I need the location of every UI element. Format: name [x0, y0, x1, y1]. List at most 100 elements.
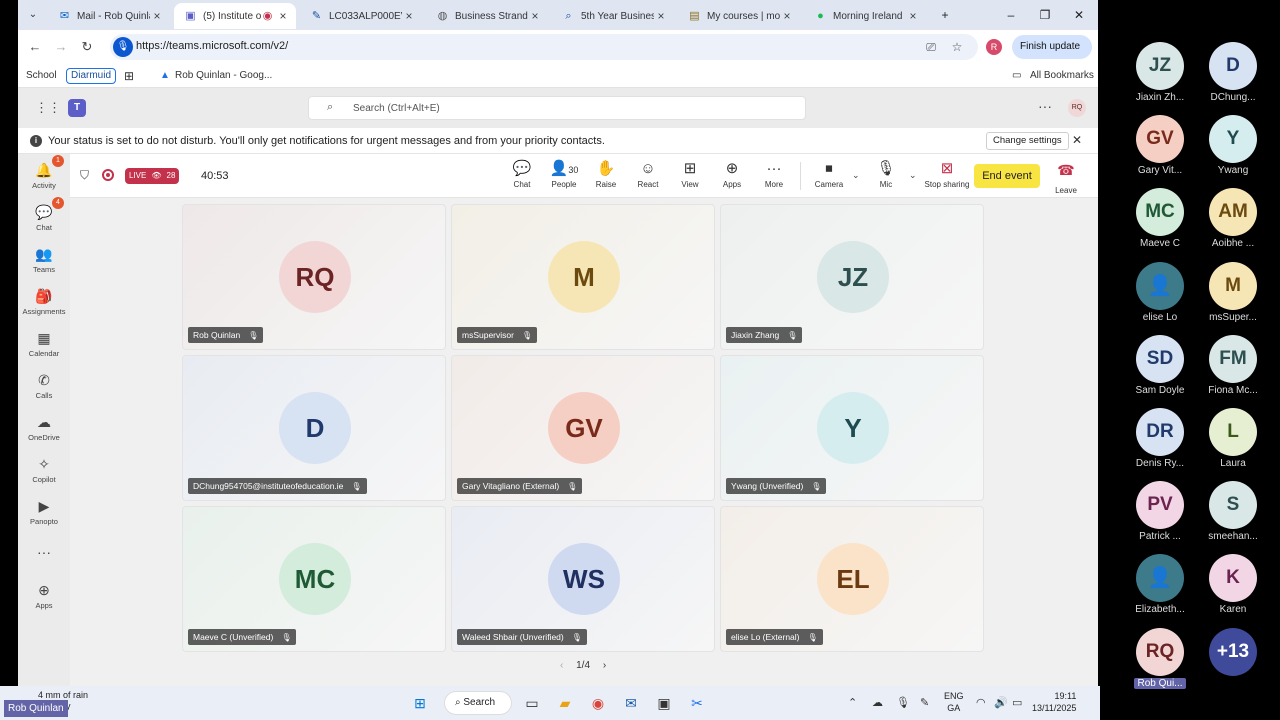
profile-avatar[interactable]: R — [986, 39, 1002, 55]
chat-button[interactable]: 💬 Chat — [501, 158, 543, 189]
gallery-participant[interactable]: DR Denis Ry... — [1120, 408, 1200, 469]
tab-morning-ireland[interactable]: ● Morning Ireland | × — [804, 3, 926, 29]
rail-item-teams[interactable]: 👥 Teams — [18, 244, 70, 284]
gallery-participant[interactable]: SD Sam Doyle — [1120, 334, 1200, 396]
snipping-tool-icon[interactable]: ✂ — [687, 693, 707, 713]
stop-sharing-button[interactable]: ⊠ Stop sharing — [922, 158, 972, 189]
react-button[interactable]: ☺ React — [627, 158, 669, 189]
app-launcher-icon[interactable]: ⋮⋮ — [35, 100, 61, 116]
rail-item-chat[interactable]: 💬 4 Chat — [18, 197, 70, 242]
sticky-notes-icon[interactable]: ▣ — [654, 693, 674, 713]
participant-tile[interactable]: MC Maeve C (Unverified) 🎙 — [182, 506, 446, 652]
chevron-right-icon[interactable]: › — [603, 660, 606, 671]
participant-tile[interactable]: RQ Rob Quinlan 🎙 — [182, 204, 446, 350]
close-icon[interactable]: × — [906, 9, 920, 23]
bookmark-star-icon[interactable]: ☆ — [948, 38, 966, 56]
finish-update-button[interactable]: Finish update ⋮ — [1012, 35, 1092, 76]
chevron-up-icon[interactable]: ⌃ — [848, 696, 857, 709]
gallery-participant[interactable]: D DChung... — [1193, 42, 1273, 103]
apps-grid-icon[interactable]: ⊞ — [124, 68, 134, 84]
task-view-icon[interactable]: ▭ — [522, 693, 542, 713]
gallery-participant[interactable]: MC Maeve C — [1120, 188, 1200, 249]
maximize-icon[interactable]: ❐ — [1030, 5, 1060, 25]
bookmark-rob-quinlan[interactable]: Rob Quinlan - Goog... — [175, 68, 272, 84]
gallery-participant[interactable]: 👤 elise Lo — [1120, 261, 1200, 323]
rail-item-onedrive[interactable]: ☁ OneDrive — [18, 412, 70, 452]
all-bookmarks[interactable]: All Bookmarks — [1030, 68, 1094, 84]
close-icon[interactable]: ✕ — [1072, 133, 1082, 147]
volume-icon[interactable]: 🔊 — [994, 696, 1008, 709]
gallery-participant[interactable]: L Laura — [1193, 408, 1273, 469]
apps-button[interactable]: ⊕ Apps — [711, 158, 753, 189]
battery-icon[interactable]: ▭ — [1012, 696, 1022, 709]
more-button[interactable]: ··· More — [753, 158, 795, 189]
camera-button[interactable]: ⏹ Camera — [808, 158, 850, 189]
close-icon[interactable]: × — [276, 9, 290, 23]
taskbar-search[interactable]: ⌕ Search — [444, 691, 512, 715]
window-close-icon[interactable]: ✕ — [1064, 5, 1094, 25]
file-explorer-icon[interactable]: ▰ — [555, 693, 575, 713]
participant-tile[interactable]: MmsSupervisor 🎙 — [451, 204, 715, 350]
change-settings-button[interactable]: Change settings — [986, 132, 1069, 150]
participant-tile[interactable]: WS Waleed Shbair (Unverified) 🎙 — [451, 506, 715, 652]
tab-business-strand[interactable]: ◍ Business Strand 1 × — [426, 3, 548, 29]
raise-hand-button[interactable]: ✋ Raise — [585, 158, 627, 189]
tab-mail[interactable]: ✉ Mail - Rob Quinlan × — [48, 3, 170, 29]
rail-item-activity[interactable]: 🔔 1 Activity — [18, 155, 70, 200]
reload-icon[interactable]: ↻ — [76, 37, 98, 57]
rail-item-calendar[interactable]: ▦ Calendar — [18, 328, 70, 368]
windows-start-icon[interactable]: ⊞ — [410, 693, 430, 713]
gallery-participant[interactable]: Y Ywang — [1193, 115, 1273, 176]
gallery-participant[interactable]: FM Fiona Mc... — [1193, 334, 1273, 396]
onedrive-icon[interactable]: ☁ — [872, 696, 883, 709]
rail-item-copilot[interactable]: ✧ Copilot — [18, 454, 70, 494]
url-field[interactable]: 🎙 https://teams.microsoft.com/v2/ — [110, 34, 978, 60]
chrome-icon[interactable]: ◉ — [588, 693, 608, 713]
participant-tile[interactable]: EL elise Lo (External) 🎙 — [720, 506, 984, 652]
gallery-participant[interactable]: +13 — [1193, 627, 1273, 676]
view-button[interactable]: ⊞ View — [669, 158, 711, 189]
chevron-down-icon[interactable]: ⌄ — [909, 170, 917, 181]
more-options-icon[interactable]: ··· — [1038, 98, 1052, 114]
participant-tile[interactable]: Y Ywang (Unverified) 🎙 — [720, 355, 984, 501]
close-icon[interactable]: × — [402, 9, 416, 23]
tab-my-courses[interactable]: ▤ My courses | moo × — [678, 3, 800, 29]
close-icon[interactable]: × — [150, 9, 164, 23]
participant-tile[interactable]: JZ Jiaxin Zhang 🎙 — [720, 204, 984, 350]
gallery-participant[interactable]: PV Patrick ... — [1120, 481, 1200, 542]
tab-search-chevron-icon[interactable]: ⌄ — [22, 6, 44, 24]
close-icon[interactable]: × — [654, 9, 668, 23]
minimize-icon[interactable]: – — [996, 5, 1026, 25]
tab-5th-year[interactable]: ⌕ 5th Year Business × — [552, 3, 674, 29]
gallery-participant[interactable]: MmsSuper... — [1193, 261, 1273, 323]
teams-search-input[interactable]: ⌕ Search (Ctrl+Alt+E) — [308, 96, 806, 120]
gallery-participant[interactable]: K Karen — [1193, 554, 1273, 615]
pen-icon[interactable]: ✎ — [920, 696, 929, 709]
tab-pdf[interactable]: ✎ LC033ALP000EV.p × — [300, 3, 422, 29]
end-event-button[interactable]: End event — [974, 164, 1040, 188]
gallery-participant[interactable]: GV Gary Vit... — [1120, 115, 1200, 176]
mic-permission-icon[interactable]: 🎙 — [113, 37, 133, 57]
user-avatar[interactable]: RQ — [1068, 99, 1086, 117]
chevron-down-icon[interactable]: ⌄ — [852, 170, 860, 181]
people-button[interactable]: 👤30 People — [543, 158, 585, 189]
participant-tile[interactable]: GV Gary Vitagliano (External) 🎙 — [451, 355, 715, 501]
cast-icon[interactable]: ⎚ — [922, 38, 940, 56]
back-arrow-icon[interactable]: ← — [24, 37, 46, 57]
gallery-participant[interactable]: Ssmeehan... — [1193, 481, 1273, 542]
rail-item-more[interactable]: ··· — [18, 542, 70, 566]
wifi-icon[interactable]: ◠ — [976, 696, 986, 709]
leave-button[interactable]: ☎ Leave — [1048, 160, 1084, 198]
bookmark-school[interactable]: School — [26, 68, 57, 84]
participant-tile[interactable]: D DChung954705@instituteofeducation.ie 🎙 — [182, 355, 446, 501]
clock[interactable]: 19:11 13/11/2025 — [1032, 690, 1076, 714]
forward-arrow-icon[interactable]: → — [50, 37, 72, 57]
rail-item-panopto[interactable]: ▶ Panopto — [18, 496, 70, 536]
tab-teams[interactable]: ▣ (5) Institute of ◉ × — [174, 3, 296, 29]
rail-item-apps[interactable]: ⊕ Apps — [18, 580, 70, 620]
rail-item-calls[interactable]: ✆ Calls — [18, 370, 70, 410]
chevron-left-icon[interactable]: ‹ — [560, 660, 563, 671]
gallery-participant[interactable]: AM Aoibhe ... — [1193, 188, 1273, 249]
close-icon[interactable]: × — [528, 9, 542, 23]
outlook-icon[interactable]: ✉ — [621, 693, 641, 713]
